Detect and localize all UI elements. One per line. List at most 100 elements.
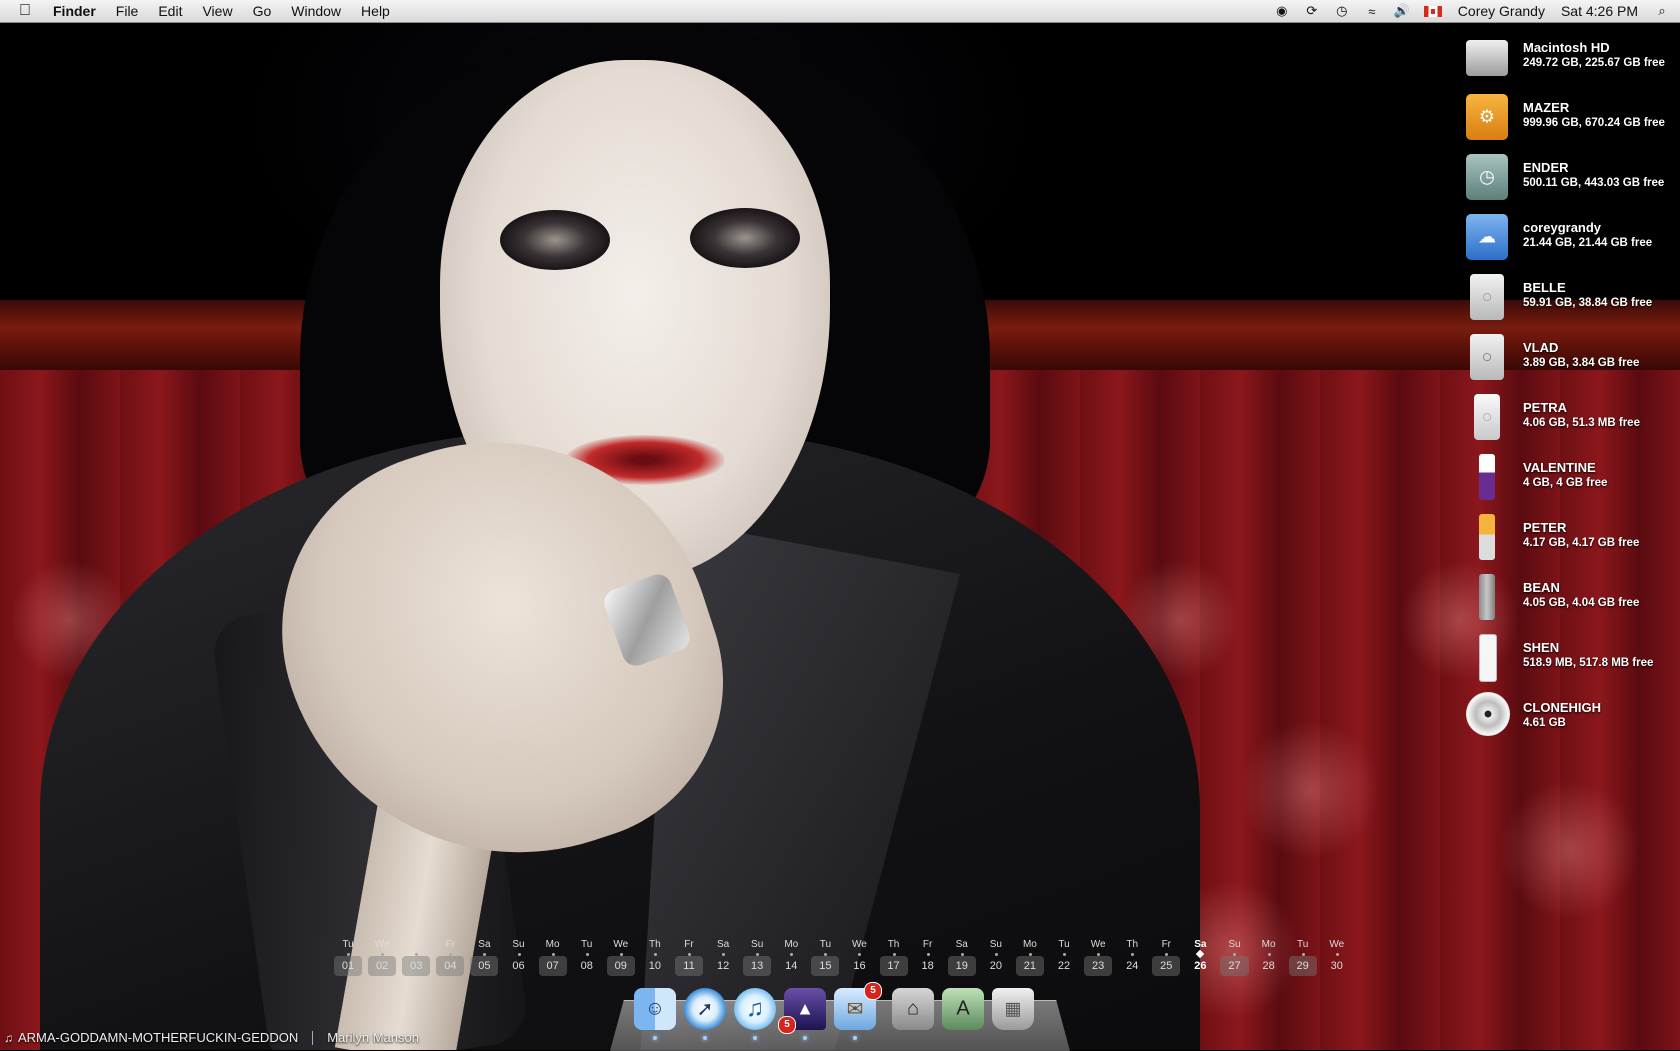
calendar-date: 04 (436, 956, 465, 976)
itunes-icon[interactable]: ♫ (734, 988, 776, 1040)
calendar-day[interactable]: Fr 04 (433, 938, 467, 976)
wifi-icon[interactable]: ≈ (1364, 4, 1380, 19)
calendar-weekday: Fr (445, 939, 456, 950)
volume-peter[interactable]: PETER 4.17 GB, 4.17 GB free (1444, 510, 1680, 570)
calendar-day[interactable]: Mo 14 (774, 938, 808, 976)
calendar-day[interactable]: Sa 05 (467, 938, 501, 976)
track-artist[interactable]: Marilyn Manson (327, 1030, 419, 1045)
calendar-dot (994, 953, 998, 956)
calendar-day[interactable]: Sa 19 (945, 938, 979, 976)
volume-clonehigh[interactable]: CLONEHIGH 4.61 GB (1444, 690, 1680, 750)
ipod-shuffle-icon[interactable] (1479, 574, 1495, 620)
menu-edit[interactable]: Edit (158, 3, 182, 19)
calendar-date: 03 (402, 956, 431, 976)
calendar-date: 26 (1194, 960, 1207, 972)
volume-petra[interactable]: ○ PETRA 4.06 GB, 51.3 MB free (1444, 390, 1680, 450)
ipod-shuffle-icon[interactable] (1479, 634, 1497, 682)
calendar-day[interactable]: Th 24 (1115, 938, 1149, 976)
ipod-mini-icon[interactable]: ○ (1474, 394, 1500, 440)
volume-name: PETER (1523, 520, 1567, 535)
menu-go[interactable]: Go (253, 3, 272, 19)
volume-valentine[interactable]: VALENTINE 4 GB, 4 GB free (1444, 450, 1680, 510)
calendar-day[interactable]: Fr 18 (911, 938, 945, 976)
time-machine-icon[interactable]: ◷ (1334, 3, 1350, 19)
usb-stick-icon[interactable] (1479, 454, 1495, 500)
calendar-day[interactable]: Su 27 (1217, 938, 1251, 976)
volume-name: BELLE (1523, 280, 1566, 295)
volume-name: MAZER (1523, 100, 1570, 115)
menu-window[interactable]: Window (291, 3, 341, 19)
menu-help[interactable]: Help (361, 3, 390, 19)
calendar-day[interactable]: Su 13 (740, 938, 774, 976)
volume-bean[interactable]: BEAN 4.05 GB, 4.04 GB free (1444, 570, 1680, 630)
volume-shen[interactable]: SHEN 518.9 MB, 517.8 MB free (1444, 630, 1680, 690)
calendar-day[interactable]: We 30 (1320, 938, 1354, 976)
dvd-icon[interactable] (1466, 692, 1510, 736)
volume-ender[interactable]: ◷ ENDER 500.11 GB, 443.03 GB free (1444, 150, 1680, 210)
track-title[interactable]: ARMA-GODDAMN-MOTHERFUCKIN-GEDDON (18, 1030, 298, 1045)
safari-icon[interactable]: ➚ (684, 988, 726, 1040)
calendar-day[interactable]: Su 20 (979, 938, 1013, 976)
calendar-day[interactable]: Tu 22 (1047, 938, 1081, 976)
volume-icon[interactable]: 🔊 (1394, 3, 1410, 19)
calendar-day[interactable]: Fr 25 (1149, 938, 1183, 976)
volume-macintosh-hd[interactable]: Macintosh HD 249.72 GB, 225.67 GB free (1444, 30, 1680, 90)
calendar-day[interactable]: Tu 08 (570, 938, 604, 976)
usb-drive-icon[interactable]: ⚙ (1466, 94, 1508, 140)
hard-drive-icon[interactable] (1466, 40, 1508, 76)
calendar-day[interactable]: We 16 (842, 938, 876, 976)
sync-icon[interactable]: ⟳ (1304, 3, 1320, 19)
calendar-day[interactable]: We 02 (365, 938, 399, 976)
calendar-day[interactable]: Mo 21 (1013, 938, 1047, 976)
calendar-day[interactable]: Mo 28 (1252, 938, 1286, 976)
ipod-video-icon[interactable]: ○ (1470, 334, 1504, 380)
calendar-date: 18 (921, 960, 934, 972)
calendar-day[interactable]: We 23 (1081, 938, 1115, 976)
menu-file[interactable]: File (116, 3, 139, 19)
applications-folder-icon[interactable]: A (942, 988, 984, 1030)
growl-icon[interactable]: ▲ 5 (778, 988, 826, 1040)
calendar-day[interactable]: Su 06 (501, 938, 535, 976)
calendar-day[interactable]: Sa 12 (706, 938, 740, 976)
volume-info: 500.11 GB, 443.03 GB free (1523, 177, 1665, 189)
volume-belle[interactable]: ○ BELLE 59.91 GB, 38.84 GB free (1444, 270, 1680, 330)
calendar-day[interactable]: Mo 07 (536, 938, 570, 976)
volume-vlad[interactable]: ○ VLAD 3.89 GB, 3.84 GB free (1444, 330, 1680, 390)
user-name[interactable]: Corey Grandy (1458, 3, 1545, 19)
spotlight-icon[interactable]: ⌕ (1654, 3, 1670, 19)
time-machine-drive-icon[interactable]: ◷ (1466, 154, 1508, 200)
calendar-weekday: Th (887, 939, 900, 950)
calendar-day[interactable]: We 09 (604, 938, 638, 976)
calendar-day[interactable]: Th 03 (399, 938, 433, 976)
mail-icon[interactable]: ✉ 5 (834, 982, 882, 1040)
calendar-day[interactable]: Th 10 (638, 938, 672, 976)
calendar-weekday: We (374, 939, 390, 950)
calendar-weekday: Th (410, 939, 423, 950)
volume-info: 3.89 GB, 3.84 GB free (1523, 357, 1640, 369)
trash-icon[interactable]: ▦ (992, 988, 1034, 1030)
finder-icon[interactable]: ☺ (634, 988, 676, 1040)
ipod-classic-icon[interactable]: ○ (1470, 274, 1504, 320)
calendar-date: 17 (879, 956, 908, 976)
record-icon[interactable]: ◉ (1274, 3, 1290, 19)
menu-extras: ◉ ⟳ ◷ ≈ 🔊 Corey Grandy Sat 4:26 PM ⌕ (1260, 0, 1680, 22)
volume-coreygrandy[interactable]: ☁ coreygrandy 21.44 GB, 21.44 GB free (1444, 210, 1680, 270)
calendar-day[interactable]: Sa 26 (1183, 938, 1217, 976)
menu-view[interactable]: View (202, 3, 232, 19)
idisk-icon[interactable]: ☁ (1466, 214, 1508, 260)
usb-stick-icon[interactable] (1479, 514, 1495, 560)
calendar-dot (517, 953, 521, 956)
calendar-weekday: Sa (478, 939, 491, 950)
flag-icon[interactable] (1423, 5, 1442, 17)
menu-app-finder[interactable]: Finder (53, 3, 96, 19)
calendar-day[interactable]: Fr 11 (672, 938, 706, 976)
calendar-day[interactable]: Tu 15 (808, 938, 842, 976)
calendar-weekday: Fr (1161, 939, 1172, 950)
menu-clock[interactable]: Sat 4:26 PM (1561, 3, 1638, 19)
apple-menu-icon[interactable]:  (19, 2, 39, 20)
home-folder-icon[interactable]: ⌂ (892, 988, 934, 1030)
calendar-day[interactable]: Th 17 (877, 938, 911, 976)
calendar-day[interactable]: Tu 29 (1286, 938, 1320, 976)
calendar-day[interactable]: Tu 01 (331, 938, 365, 976)
volume-mazer[interactable]: ⚙ MAZER 999.96 GB, 670.24 GB free (1444, 90, 1680, 150)
